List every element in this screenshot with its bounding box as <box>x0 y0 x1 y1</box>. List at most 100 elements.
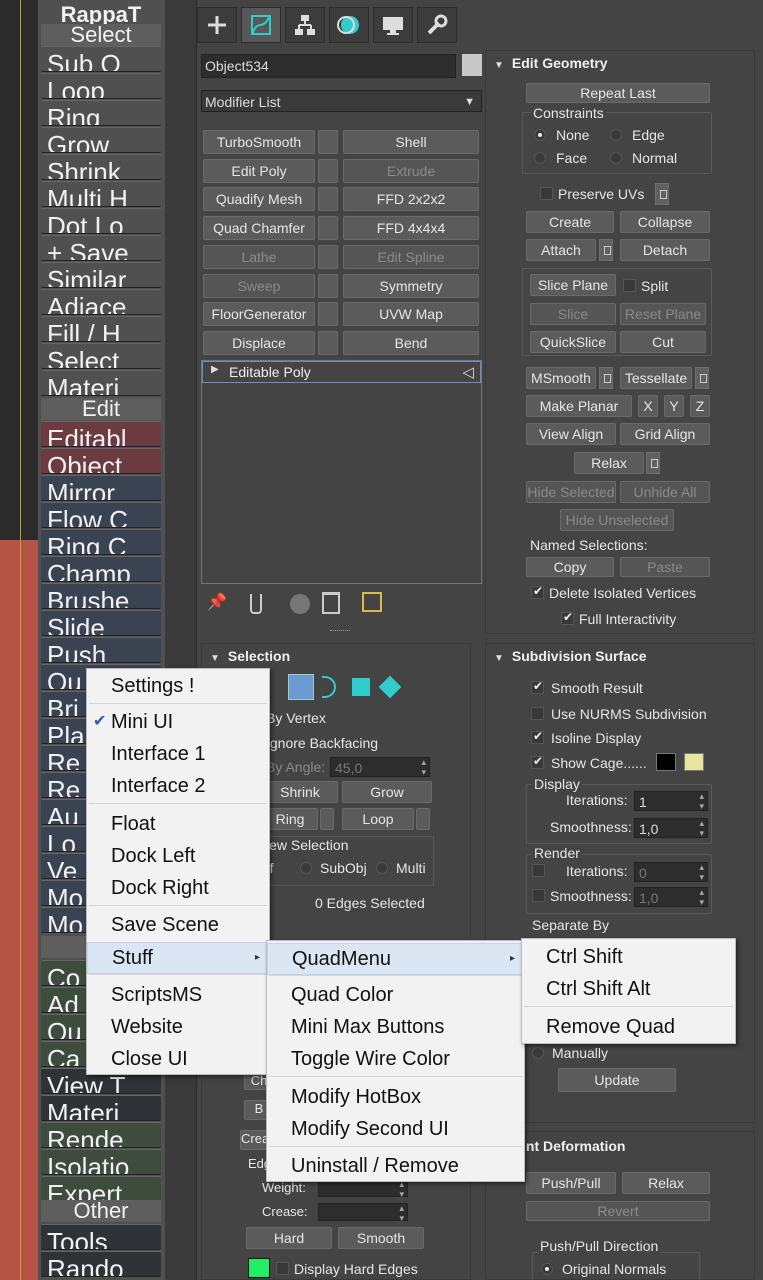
modifier-button[interactable]: FFD 2x2x2 <box>343 187 479 212</box>
show-cage-label[interactable]: Show Cage...... <box>551 755 647 771</box>
script-button[interactable]: Rando <box>41 1251 161 1277</box>
modifier-button[interactable]: Sweep <box>203 273 315 298</box>
display-hard-edges-label[interactable]: Display Hard Edges <box>294 1261 418 1277</box>
script-button[interactable]: Shrink <box>41 154 161 180</box>
polygon-mode-icon[interactable] <box>352 678 370 696</box>
script-button[interactable]: Materi <box>41 370 161 396</box>
menu-item[interactable]: Settings ! <box>87 671 269 701</box>
render-iterations-checkbox[interactable] <box>532 864 545 877</box>
delete-isolated-label[interactable]: Delete Isolated Vertices <box>549 585 696 601</box>
menu-item[interactable]: QuadMenu ▸ <box>267 943 524 975</box>
menu-item[interactable]: Ctrl Shift <box>522 942 735 972</box>
preserve-uvs-label[interactable]: Preserve UVs <box>558 186 644 202</box>
constraint-none-label[interactable]: None <box>556 127 589 143</box>
script-button[interactable]: Flow C <box>41 502 161 528</box>
menu-item[interactable]: Stuff ▸ <box>87 942 269 974</box>
tab-display[interactable] <box>373 7 413 43</box>
panel-grip[interactable] <box>330 630 350 633</box>
modifier-button-option[interactable] <box>318 130 338 154</box>
script-button[interactable]: Mirror <box>41 475 161 501</box>
script-button[interactable]: Isolatio <box>41 1149 161 1175</box>
cage-color-swatch-1[interactable] <box>656 753 676 771</box>
preserve-uvs-settings-button[interactable] <box>655 183 669 205</box>
hard-edge-color-swatch[interactable] <box>248 1258 270 1278</box>
original-normals-radio[interactable] <box>541 1263 553 1275</box>
modifier-button[interactable]: Symmetry <box>343 273 479 298</box>
constraint-face-label[interactable]: Face <box>556 150 587 166</box>
modifier-button[interactable]: Edit Poly <box>203 158 315 183</box>
tab-hierarchy[interactable] <box>285 7 325 43</box>
smooth-button[interactable]: Smooth <box>338 1227 424 1249</box>
relax-settings-button[interactable] <box>646 452 660 474</box>
script-button[interactable]: Expert <box>41 1176 161 1202</box>
menu-item[interactable]: Mini UI ✔ <box>87 707 269 737</box>
modifier-button[interactable]: Bend <box>343 330 479 355</box>
tab-utilities[interactable] <box>417 7 457 43</box>
cage-color-swatch-2[interactable] <box>684 753 704 771</box>
relax-button[interactable]: Relax <box>574 452 644 474</box>
planar-x-button[interactable]: X <box>638 395 658 417</box>
make-unique-icon[interactable] <box>290 594 310 614</box>
modifier-button-option[interactable] <box>318 273 338 298</box>
preview-subobj-label[interactable]: SubObj <box>320 860 367 876</box>
menu-item[interactable]: Toggle Wire Color <box>267 1044 524 1074</box>
loop-button[interactable]: Loop <box>342 808 414 830</box>
cut-button[interactable]: Cut <box>620 331 706 353</box>
manually-radio[interactable] <box>532 1047 544 1059</box>
viewport[interactable] <box>0 0 38 1280</box>
light-bulb-icon[interactable]: ◁ <box>462 363 474 381</box>
modifier-list-dropdown[interactable]: Modifier List ▼ <box>201 90 482 112</box>
tab-motion[interactable] <box>329 7 369 43</box>
manually-label[interactable]: Manually <box>552 1045 608 1061</box>
modifier-button[interactable]: Quad Chamfer <box>203 216 315 241</box>
show-cage-checkbox[interactable] <box>531 754 544 769</box>
configure-sets-icon[interactable] <box>362 592 382 612</box>
constraint-face-radio[interactable] <box>534 152 546 164</box>
slice-plane-button[interactable]: Slice Plane <box>530 274 616 296</box>
menu-item[interactable]: Mini Max Buttons <box>267 1012 524 1042</box>
menu-item[interactable]: Modify HotBox <box>267 1082 524 1112</box>
script-button[interactable]: Sub O <box>41 46 161 72</box>
attach-settings-button[interactable] <box>599 239 613 261</box>
hide-selected-button[interactable]: Hide Selected <box>526 481 616 503</box>
menu-item[interactable]: Modify Second UI <box>267 1114 524 1144</box>
isoline-display-label[interactable]: Isoline Display <box>551 730 641 746</box>
subdivision-header[interactable]: ▼ Subdivision Surface <box>494 648 647 664</box>
selection-rollout-header[interactable]: ▼ Selection <box>210 648 290 664</box>
script-button[interactable]: Adiace <box>41 289 161 315</box>
script-button[interactable]: Push <box>41 637 161 663</box>
render-smoothness-spinner[interactable]: 1,0 <box>634 887 708 907</box>
modifier-button[interactable]: Edit Spline <box>343 244 479 269</box>
script-button[interactable]: + Save <box>41 235 161 261</box>
constraint-normal-label[interactable]: Normal <box>632 150 677 166</box>
split-checkbox[interactable] <box>623 279 636 292</box>
ring-spinner[interactable] <box>320 808 334 830</box>
menu-item[interactable]: Float <box>87 809 269 839</box>
object-color-swatch[interactable] <box>462 54 482 76</box>
preview-multi-label[interactable]: Multi <box>396 860 426 876</box>
script-button[interactable]: Multi H <box>41 181 161 207</box>
menu-item[interactable]: Save Scene <box>87 910 269 940</box>
paste-button[interactable]: Paste <box>620 557 710 577</box>
angle-spinner[interactable]: 45,0 <box>330 757 430 777</box>
modifier-button-option[interactable] <box>318 330 338 355</box>
tab-create[interactable] <box>197 7 237 43</box>
isoline-display-checkbox[interactable] <box>531 729 544 744</box>
constraint-normal-radio[interactable] <box>610 152 622 164</box>
collapse-button[interactable]: Collapse <box>620 211 710 233</box>
constraint-edge-radio[interactable] <box>610 129 622 141</box>
script-button[interactable]: Champ <box>41 556 161 582</box>
script-button[interactable]: Loop <box>41 73 161 99</box>
menu-item[interactable]: Website <box>87 1012 269 1042</box>
script-button[interactable]: Similar <box>41 262 161 288</box>
menu-item[interactable]: Interface 1 <box>87 739 269 769</box>
tessellate-button[interactable]: Tessellate <box>620 367 692 389</box>
attach-button[interactable]: Attach <box>526 239 596 261</box>
modifier-button[interactable]: FFD 4x4x4 <box>343 216 479 241</box>
display-smoothness-spinner[interactable]: 1,0 <box>634 818 708 838</box>
full-interactivity-checkbox[interactable] <box>561 610 574 625</box>
view-align-button[interactable]: View Align <box>526 423 616 445</box>
ring-button[interactable]: Ring <box>262 808 318 830</box>
edit-geometry-header[interactable]: ▼ Edit Geometry <box>494 55 608 71</box>
tab-modify[interactable] <box>241 7 281 43</box>
